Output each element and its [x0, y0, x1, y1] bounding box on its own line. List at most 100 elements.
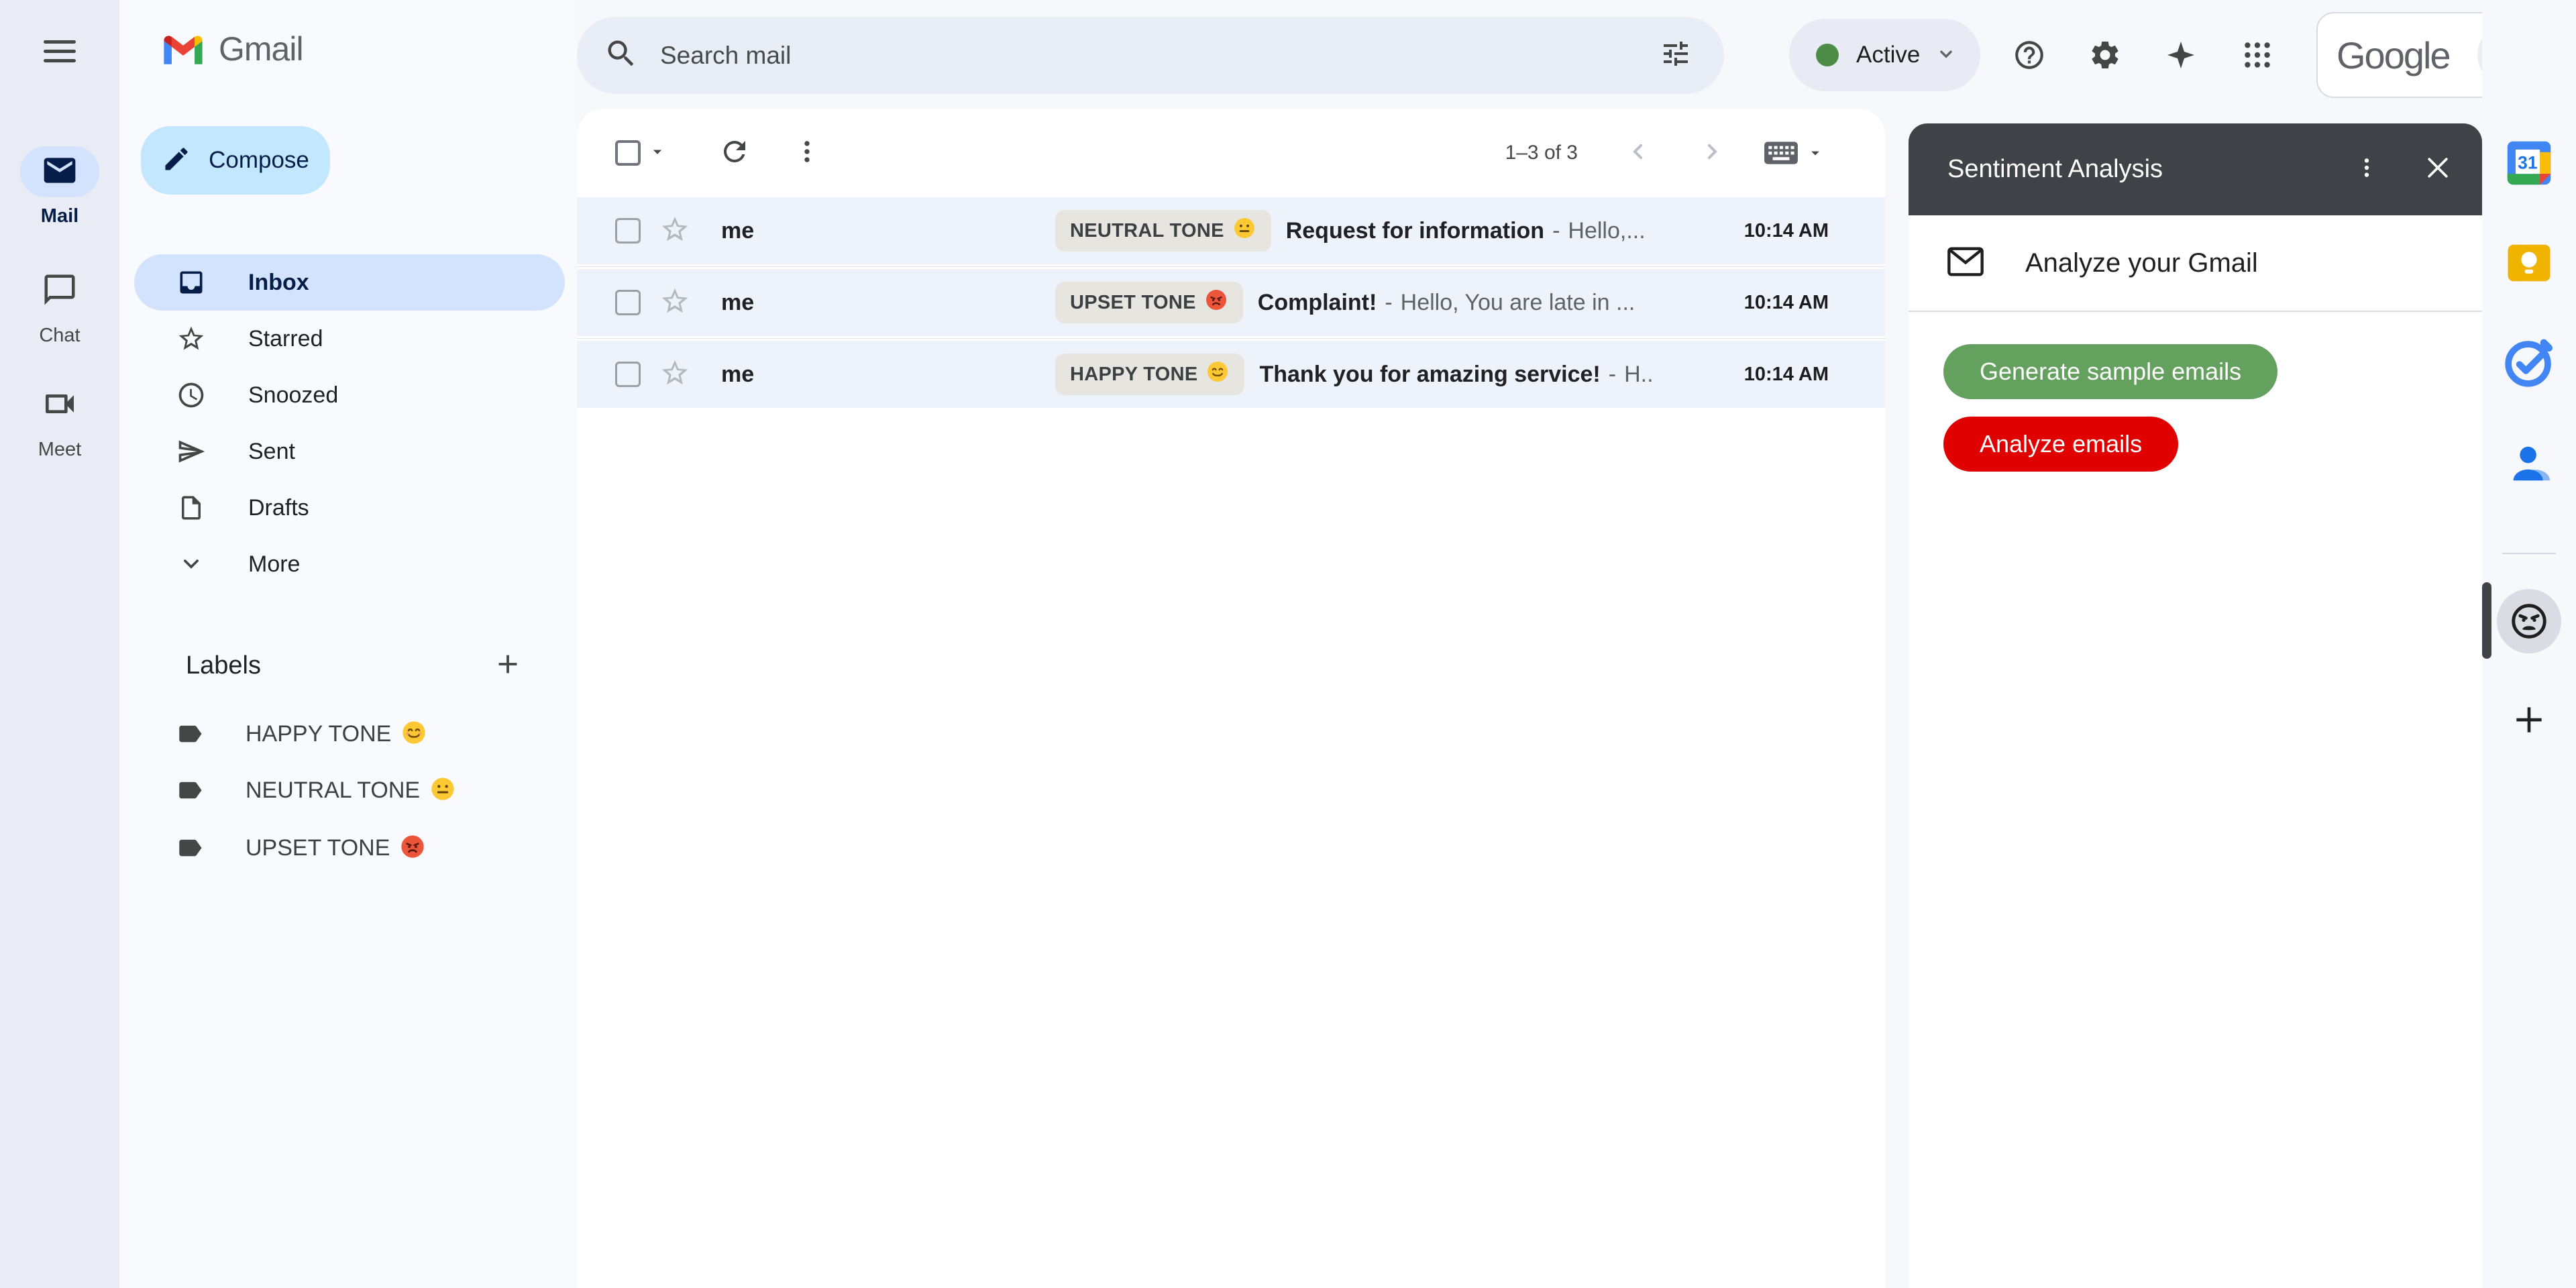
panel-body: Generate sample emails Analyze emails	[1909, 312, 2482, 472]
contacts-icon[interactable]	[2501, 435, 2557, 494]
mail-row[interactable]: me NEUTRAL TONE Request for information …	[577, 197, 1885, 264]
labels-header: Labels	[186, 645, 550, 686]
input-tools-keyboard-icon[interactable]	[1763, 138, 1825, 168]
sparkle-icon[interactable]	[2163, 38, 2198, 72]
sidebar-item-more[interactable]: More	[134, 536, 565, 592]
settings-gear-icon[interactable]	[2088, 38, 2123, 72]
add-addon-plus-icon[interactable]	[2510, 701, 2548, 742]
chevron-left-icon[interactable]	[1625, 138, 1652, 168]
row-subject-snippet: Complaint! - Hello, You are late in ...	[1258, 290, 1728, 316]
select-all-checkbox[interactable]	[615, 140, 641, 166]
refresh-icon[interactable]	[718, 136, 751, 171]
inbox-icon	[176, 268, 207, 297]
tag-name: NEUTRAL TONE	[1070, 220, 1224, 242]
panel-more-icon[interactable]	[2340, 154, 2394, 184]
rail-item-mail[interactable]: Mail	[0, 146, 119, 227]
row-time: 10:14 AM	[1744, 220, 1829, 242]
mail-icon	[41, 152, 78, 193]
sidebar-label-upset-tone[interactable]: UPSET TONE	[160, 820, 564, 876]
meet-pill[interactable]	[20, 380, 99, 431]
help-icon[interactable]	[2012, 38, 2047, 72]
mail-list-card: 1–3 of 3 me	[577, 109, 1885, 1288]
rail-item-meet[interactable]: Meet	[0, 380, 119, 461]
row-star-icon[interactable]	[659, 286, 690, 320]
mail-pill[interactable]	[20, 146, 99, 197]
tag-icon	[174, 834, 205, 862]
apps-grid-icon[interactable]	[2240, 38, 2275, 72]
row-sender: me	[721, 218, 1055, 244]
sidebar: Gmail Compose Inbox Starred	[119, 0, 577, 1288]
row-star-icon[interactable]	[659, 214, 690, 248]
mail-row[interactable]: me HAPPY TONE Thank you for amazing serv…	[577, 341, 1885, 408]
sidebar-item-starred[interactable]: Starred	[134, 311, 565, 367]
compose-pencil-icon	[162, 144, 191, 177]
row-checkbox[interactable]	[615, 290, 641, 315]
row-tag-chip[interactable]: HAPPY TONE	[1055, 354, 1244, 395]
tasks-icon[interactable]	[2500, 334, 2558, 395]
tag-name: UPSET TONE	[1070, 292, 1196, 314]
subject-snippet-dash: -	[1385, 290, 1392, 316]
happy-emoji-icon	[400, 719, 427, 749]
search-input[interactable]	[660, 42, 1660, 70]
select-caret-icon[interactable]	[647, 142, 667, 165]
tag-icon	[174, 720, 205, 748]
row-star-icon[interactable]	[659, 358, 690, 392]
chat-pill[interactable]	[20, 266, 99, 317]
google-wordmark: Google	[2337, 34, 2477, 77]
more-vert-icon[interactable]	[792, 137, 822, 170]
sidebar-label-happy-tone[interactable]: HAPPY TONE	[160, 706, 564, 762]
row-sender: me	[721, 290, 1055, 316]
labels-title: Labels	[186, 651, 261, 680]
sidebar-item-label: Snoozed	[248, 382, 338, 409]
sidebar-item-inbox[interactable]: Inbox	[134, 254, 565, 311]
row-subject: Thank you for amazing service!	[1259, 362, 1600, 388]
panel-close-icon[interactable]	[2423, 153, 2453, 186]
subject-snippet-dash: -	[1552, 218, 1560, 244]
compose-button[interactable]: Compose	[141, 126, 330, 195]
rail-label-meet: Meet	[0, 439, 119, 461]
panel-header: Sentiment Analysis	[1909, 123, 2482, 215]
gmail-wordmark: Gmail	[219, 30, 303, 68]
chevron-down-icon	[176, 551, 207, 578]
gmail-logo: Gmail	[161, 30, 303, 68]
rail-divider	[2502, 553, 2556, 554]
panel-section-header: Analyze your Gmail	[1909, 215, 2482, 312]
keep-icon[interactable]	[2501, 235, 2557, 294]
sidebar-item-drafts[interactable]: Drafts	[134, 480, 565, 536]
sidebar-item-snoozed[interactable]: Snoozed	[134, 367, 565, 423]
star-icon	[176, 324, 207, 354]
angry-emoji-icon	[399, 833, 426, 863]
chevron-right-icon[interactable]	[1699, 138, 1725, 168]
search-bar[interactable]	[577, 17, 1724, 94]
active-addon-indicator	[2482, 582, 2491, 659]
neutral-emoji-icon	[429, 775, 456, 806]
rail-item-chat[interactable]: Chat	[0, 266, 119, 347]
search-icon[interactable]	[604, 36, 639, 74]
rail-label-mail: Mail	[0, 205, 119, 227]
label-name: NEUTRAL TONE	[246, 777, 420, 804]
sidebar-item-sent[interactable]: Sent	[134, 423, 565, 480]
create-label-plus-icon[interactable]	[492, 649, 523, 683]
generate-sample-emails-button[interactable]: Generate sample emails	[1943, 344, 2277, 399]
status-label: Active	[1856, 42, 1920, 68]
row-checkbox[interactable]	[615, 362, 641, 387]
status-active-pill[interactable]: Active	[1789, 19, 1980, 91]
analyze-emails-button[interactable]: Analyze emails	[1943, 417, 2178, 472]
main-menu-icon[interactable]	[44, 40, 76, 70]
sidebar-item-label: Inbox	[248, 270, 309, 296]
calendar-icon[interactable]: 31	[2500, 134, 2558, 195]
row-checkbox[interactable]	[615, 218, 641, 244]
row-tag-chip[interactable]: NEUTRAL TONE	[1055, 210, 1271, 252]
row-subject-snippet: Thank you for amazing service! - H..	[1259, 362, 1727, 388]
label-name: HAPPY TONE	[246, 721, 391, 747]
sentiment-addon-icon[interactable]	[2497, 589, 2561, 653]
sidebar-label-neutral-tone[interactable]: NEUTRAL TONE	[160, 762, 564, 818]
draft-icon	[176, 494, 207, 522]
rail-label-chat: Chat	[0, 325, 119, 347]
mail-row[interactable]: me UPSET TONE Complaint! - Hello, You ar…	[577, 269, 1885, 336]
search-tune-icon[interactable]	[1660, 38, 1692, 73]
toolbar-right-group: 1–3 of 3	[1505, 138, 1825, 168]
envelope-icon	[1946, 245, 1985, 282]
row-tag-chip[interactable]: UPSET TONE	[1055, 282, 1243, 323]
sidebar-nav: Inbox Starred Snoozed Sent	[134, 254, 565, 592]
